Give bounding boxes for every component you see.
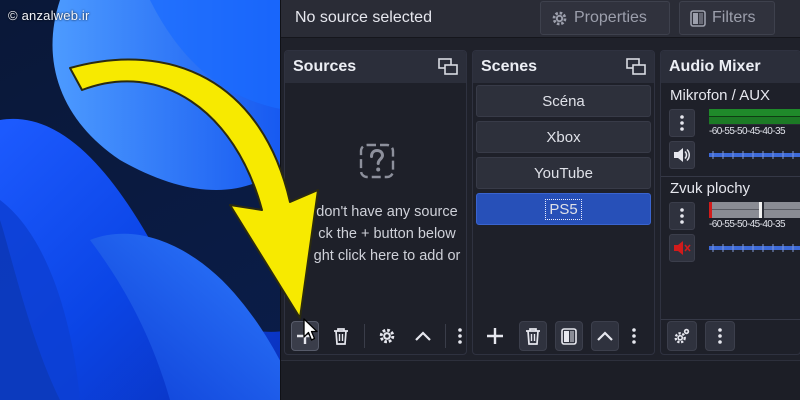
- scenes-title: Scenes: [481, 58, 538, 75]
- volume-meter: [709, 202, 800, 218]
- remove-scene-button[interactable]: [519, 321, 547, 351]
- more-icon: [458, 328, 462, 344]
- move-source-up-button[interactable]: [409, 321, 437, 351]
- add-scene-button[interactable]: [479, 321, 511, 351]
- scene-label: PS5: [545, 198, 582, 220]
- sources-empty-message: don't have any source ck the + button be…: [285, 201, 466, 267]
- source-toolbar: No source selected Properties Filters: [281, 0, 800, 38]
- mixer-more-button[interactable]: [705, 321, 735, 351]
- channel-menu-button[interactable]: [669, 202, 695, 230]
- source-properties-button[interactable]: [372, 321, 400, 351]
- watermark: © anzalweb.ir: [8, 8, 90, 23]
- trash-icon: [526, 328, 540, 345]
- sources-dock: Sources don't have any source ck the + b…: [284, 50, 467, 355]
- undock-icon[interactable]: [626, 58, 646, 76]
- more-icon: [632, 328, 636, 344]
- volume-fader[interactable]: [709, 151, 800, 159]
- scene-label: Xbox: [546, 128, 581, 146]
- watermark-text: anzalweb.ir: [21, 8, 90, 23]
- filter-icon: [690, 9, 706, 27]
- toolbar-divider: [444, 324, 446, 348]
- filters-button[interactable]: Filters: [679, 1, 775, 35]
- channel-menu-button[interactable]: [669, 109, 695, 137]
- properties-label: Properties: [574, 9, 647, 26]
- toolbar-divider: [363, 324, 365, 348]
- audio-mixer-title: Audio Mixer: [669, 58, 761, 75]
- scene-label: Scéna: [542, 92, 585, 110]
- volume-meter: [709, 109, 800, 125]
- copyright-icon: ©: [8, 8, 18, 23]
- empty-line: ck the + button below: [318, 226, 456, 242]
- sources-title: Sources: [293, 58, 357, 75]
- scene-label: YouTube: [534, 164, 593, 182]
- more-icon: [680, 115, 684, 131]
- more-icon: [680, 208, 684, 224]
- scene-item-selected[interactable]: PS5: [476, 193, 651, 225]
- scenes-more-button[interactable]: [627, 321, 641, 351]
- mute-button[interactable]: [669, 234, 695, 262]
- channel-name: Mikrofon / AUX: [670, 87, 771, 104]
- empty-line: ght click here to add or: [313, 248, 461, 264]
- filters-label: Filters: [712, 9, 756, 26]
- remove-source-button[interactable]: [327, 321, 355, 351]
- sources-more-button[interactable]: [454, 321, 466, 351]
- channel-name: Zvuk plochy: [670, 180, 751, 197]
- move-scene-up-button[interactable]: [591, 321, 619, 351]
- scenes-dock: Scenes Scéna Xbox YouTube PS5: [472, 50, 655, 355]
- trash-icon: [334, 328, 349, 345]
- scenes-toolbar: [473, 318, 654, 354]
- scene-item[interactable]: YouTube: [476, 157, 651, 189]
- obs-window: No source selected Properties Filters So…: [280, 0, 800, 400]
- properties-button[interactable]: Properties: [540, 1, 670, 35]
- scene-item[interactable]: Scéna: [476, 85, 651, 117]
- speaker-muted-icon: [674, 241, 691, 255]
- scene-list: Scéna Xbox YouTube PS5: [476, 85, 651, 229]
- gear-icon: [552, 11, 567, 25]
- mixer-settings-button[interactable]: [667, 321, 697, 351]
- speaker-icon: [674, 148, 690, 162]
- sources-header: Sources: [285, 51, 466, 83]
- mixer-channel: Mikrofon / AUX -60-55-50-45-40-35: [667, 87, 800, 169]
- filter-icon: [561, 327, 577, 345]
- volume-fader[interactable]: [709, 244, 800, 252]
- channel-divider: [661, 176, 800, 177]
- scenes-header: Scenes: [473, 51, 654, 83]
- add-icon: [487, 328, 503, 344]
- meter-scale: -60-55-50-45-40-35: [709, 219, 786, 230]
- gear-icon: [379, 328, 394, 344]
- selection-status: No source selected: [295, 9, 432, 26]
- scene-filters-button[interactable]: [555, 321, 583, 351]
- gear-icon: [674, 328, 690, 344]
- audio-mixer-dock: Audio Mixer Mikrofon / AUX -60-55-50-45-…: [660, 50, 800, 355]
- meter-scale: -60-55-50-45-40-35: [709, 126, 786, 137]
- more-icon: [718, 328, 722, 344]
- mouse-cursor-icon: [303, 318, 318, 341]
- status-bar: [281, 360, 800, 400]
- empty-line: don't have any source: [316, 204, 458, 220]
- mixer-toolbar: [661, 318, 800, 354]
- question-mark-icon: [359, 143, 395, 179]
- audio-mixer-header: Audio Mixer: [661, 51, 800, 83]
- scene-item[interactable]: Xbox: [476, 121, 651, 153]
- undock-icon[interactable]: [438, 58, 458, 76]
- chevron-up-icon: [414, 331, 431, 341]
- mute-button[interactable]: [669, 141, 695, 169]
- chevron-up-icon: [597, 331, 613, 341]
- mixer-channel: Zvuk plochy -60-55-50-45-40-35: [667, 180, 800, 262]
